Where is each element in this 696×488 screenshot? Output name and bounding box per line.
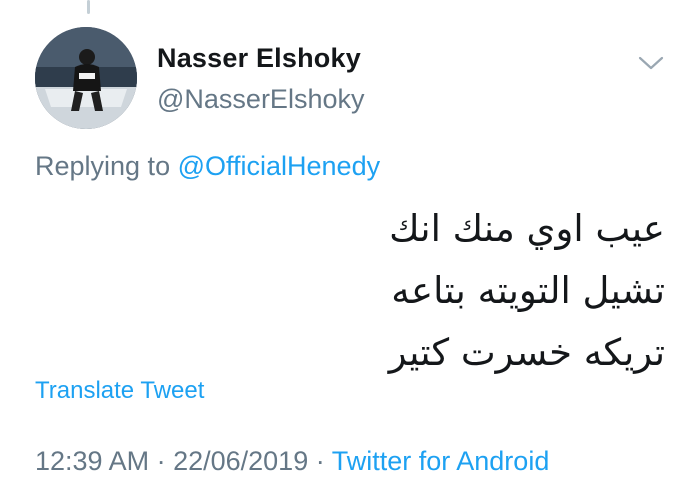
avatar[interactable] [35,27,137,129]
meta-separator: · [149,446,174,476]
tweet-menu-button[interactable] [636,52,666,74]
profile-photo-icon [35,27,137,129]
tweet-source-link[interactable]: Twitter for Android [332,446,550,476]
tweet-time: 12:39 AM [35,446,150,476]
replying-to-line: Replying to @OfficialHenedy [35,151,380,182]
tweet-metadata: 12:39 AM · 22/06/2019 · Twitter for Andr… [35,446,549,477]
chevron-down-icon [638,56,664,70]
author-display-name[interactable]: Nasser Elshoky [157,43,361,74]
tweet-date: 22/06/2019 [173,446,309,476]
meta-separator: · [308,446,332,476]
translate-tweet-link[interactable]: Translate Tweet [35,377,204,405]
replying-to-mention-link[interactable]: @OfficialHenedy [178,151,381,181]
tweet-text: عيب اوي منك انك تشيل التويته بتاعه تريكه… [388,207,665,374]
thread-connector-line [87,0,90,14]
replying-to-label: Replying to [35,151,178,181]
author-handle[interactable]: @NasserElshoky [157,84,364,115]
